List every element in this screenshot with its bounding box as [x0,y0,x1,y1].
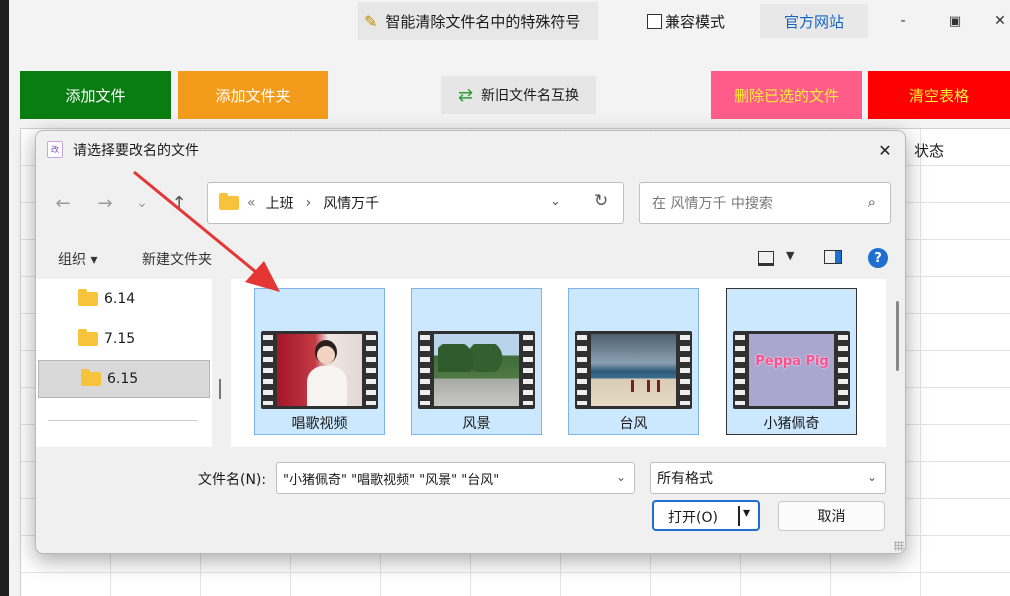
annotation-arrow [133,170,280,292]
